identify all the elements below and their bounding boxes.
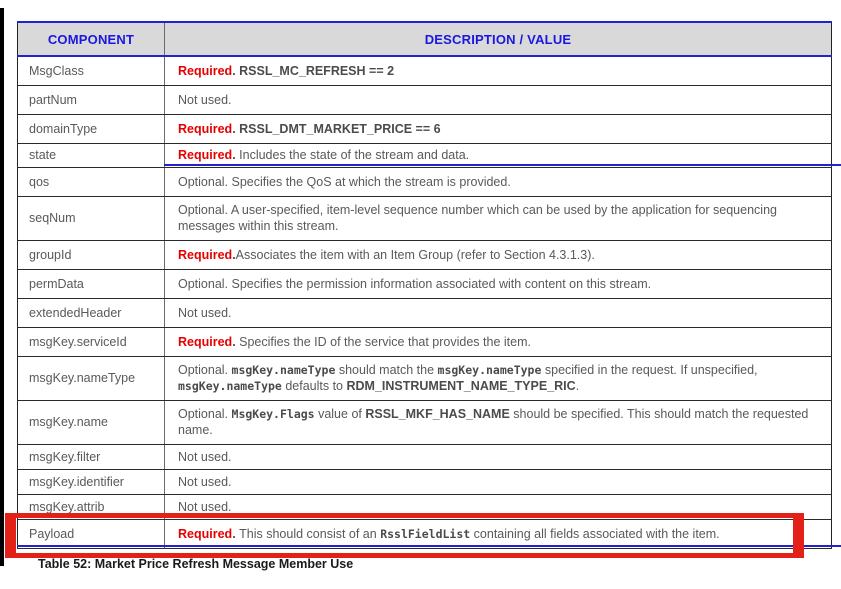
text-segment: RSSL_MC_REFRESH == 2: [239, 63, 395, 78]
description-cell: Optional. MsgKey.Flags value of RSSL_MKF…: [164, 400, 832, 445]
text-segment: Optional.: [178, 363, 232, 377]
component-cell: msgKey.filter: [17, 444, 165, 470]
description-cell: Optional. Specifies the QoS at which the…: [164, 167, 832, 197]
table-body: MsgClass Required. RSSL_MC_REFRESH == 2 pa…: [17, 56, 832, 549]
text-segment: Required: [178, 63, 233, 78]
description-cell: Optional. Specifies the permission infor…: [164, 269, 832, 299]
text-segment: Required: [178, 247, 233, 262]
component-cell: state: [17, 143, 165, 168]
text-segment: Optional.: [178, 407, 232, 421]
text-segment: msgKey.nameType: [178, 379, 282, 393]
description-cell: Required.Associates the item with an Ite…: [164, 240, 832, 270]
component-cell: qos: [17, 167, 165, 197]
text-segment: RDM_INSTRUMENT_NAME_TYPE_RIC: [346, 379, 576, 393]
text-segment: Associates the item with an Item Group (…: [235, 247, 595, 262]
table-row: MsgClass Required. RSSL_MC_REFRESH == 2: [17, 56, 832, 86]
table-row: msgKey.serviceId Required. Specifies the …: [17, 327, 832, 357]
component-cell: msgKey.name: [17, 400, 165, 445]
text-segment: RSSL_DMT_MARKET_PRICE == 6: [239, 121, 441, 136]
description-cell: Not used.: [164, 469, 832, 495]
text-segment: Required: [178, 334, 233, 349]
component-cell: partNum: [17, 85, 165, 115]
description-cell: Optional. A user-specified, item-level s…: [164, 196, 832, 241]
description-cell: Required. Specifies the ID of the servic…: [164, 327, 832, 357]
column-header-description: DESCRIPTION / VALUE: [164, 21, 832, 57]
description-cell: Required. RSSL_DMT_MARKET_PRICE == 6: [164, 114, 832, 144]
text-segment: Not used.: [178, 449, 232, 464]
table-row: extendedHeader Not used.: [17, 298, 832, 328]
page-edge-bar: [0, 8, 4, 566]
text-segment: Optional. Specifies the permission infor…: [178, 276, 652, 291]
table-row: msgKey.identifier Not used.: [17, 469, 832, 495]
component-cell: MsgClass: [17, 56, 165, 86]
description-cell: Not used.: [164, 444, 832, 470]
member-use-table: COMPONENT DESCRIPTION / VALUE MsgClass Re…: [17, 21, 832, 549]
document-page: COMPONENT DESCRIPTION / VALUE MsgClass Re…: [0, 0, 841, 589]
description-cell: Optional. msgKey.nameType should match t…: [164, 356, 832, 401]
payload-highlight-annotation-box: [5, 513, 804, 558]
table-row: domainType Required. RSSL_DMT_MARKET_PRIC…: [17, 114, 832, 144]
text-segment: .: [575, 379, 580, 393]
component-cell: msgKey.identifier: [17, 469, 165, 495]
table-row: partNum Not used.: [17, 85, 832, 115]
text-segment: msgKey.nameType: [231, 363, 336, 377]
table-header-row: COMPONENT DESCRIPTION / VALUE: [17, 21, 832, 57]
text-segment: msgKey.nameType: [437, 363, 542, 377]
text-segment: Not used.: [178, 92, 232, 107]
text-segment: defaults to: [281, 379, 347, 393]
text-segment: MsgKey.Flags: [231, 407, 315, 421]
text-segment: Not used.: [178, 305, 232, 320]
table-row: msgKey.nameType Optional. msgKey.nameType…: [17, 356, 832, 401]
text-segment: Not used.: [178, 474, 232, 489]
text-segment: Includes the state of the stream and dat…: [239, 148, 470, 162]
component-cell: msgKey.nameType: [17, 356, 165, 401]
page-break-divider: [164, 164, 841, 166]
table-row: msgKey.name Optional. MsgKey.Flags value …: [17, 400, 832, 445]
table-caption: Table 52: Market Price Refresh Message M…: [38, 557, 354, 571]
table-row: msgKey.filter Not used.: [17, 444, 832, 470]
table-row: groupId Required.Associates the item with…: [17, 240, 832, 270]
component-cell: msgKey.serviceId: [17, 327, 165, 357]
column-header-component: COMPONENT: [17, 21, 165, 57]
component-cell: domainType: [17, 114, 165, 144]
description-cell: Required. RSSL_MC_REFRESH == 2: [164, 56, 832, 86]
component-cell: groupId: [17, 240, 165, 270]
table-row: seqNum Optional. A user-specified, item-l…: [17, 196, 832, 241]
description-cell: Not used.: [164, 298, 832, 328]
text-segment: Optional. Specifies the QoS at which the…: [178, 174, 511, 189]
component-cell: permData: [17, 269, 165, 299]
text-segment: Optional. A user-specified, item-level s…: [178, 203, 777, 233]
component-cell: seqNum: [17, 196, 165, 241]
text-segment: RSSL_MKF_HAS_NAME: [365, 407, 510, 421]
text-segment: should match the: [335, 363, 438, 377]
description-cell: Not used.: [164, 85, 832, 115]
text-segment: Required: [178, 148, 233, 162]
component-cell: extendedHeader: [17, 298, 165, 328]
table-row: qos Optional. Specifies the QoS at which …: [17, 167, 832, 197]
text-segment: Not used.: [178, 499, 232, 514]
text-segment: Specifies the ID of the service that pro…: [239, 334, 531, 349]
text-segment: value of: [314, 407, 366, 421]
table-row: permData Optional. Specifies the permissi…: [17, 269, 832, 299]
text-segment: Required: [178, 121, 233, 136]
text-segment: specified in the request. If unspecified…: [541, 363, 758, 377]
